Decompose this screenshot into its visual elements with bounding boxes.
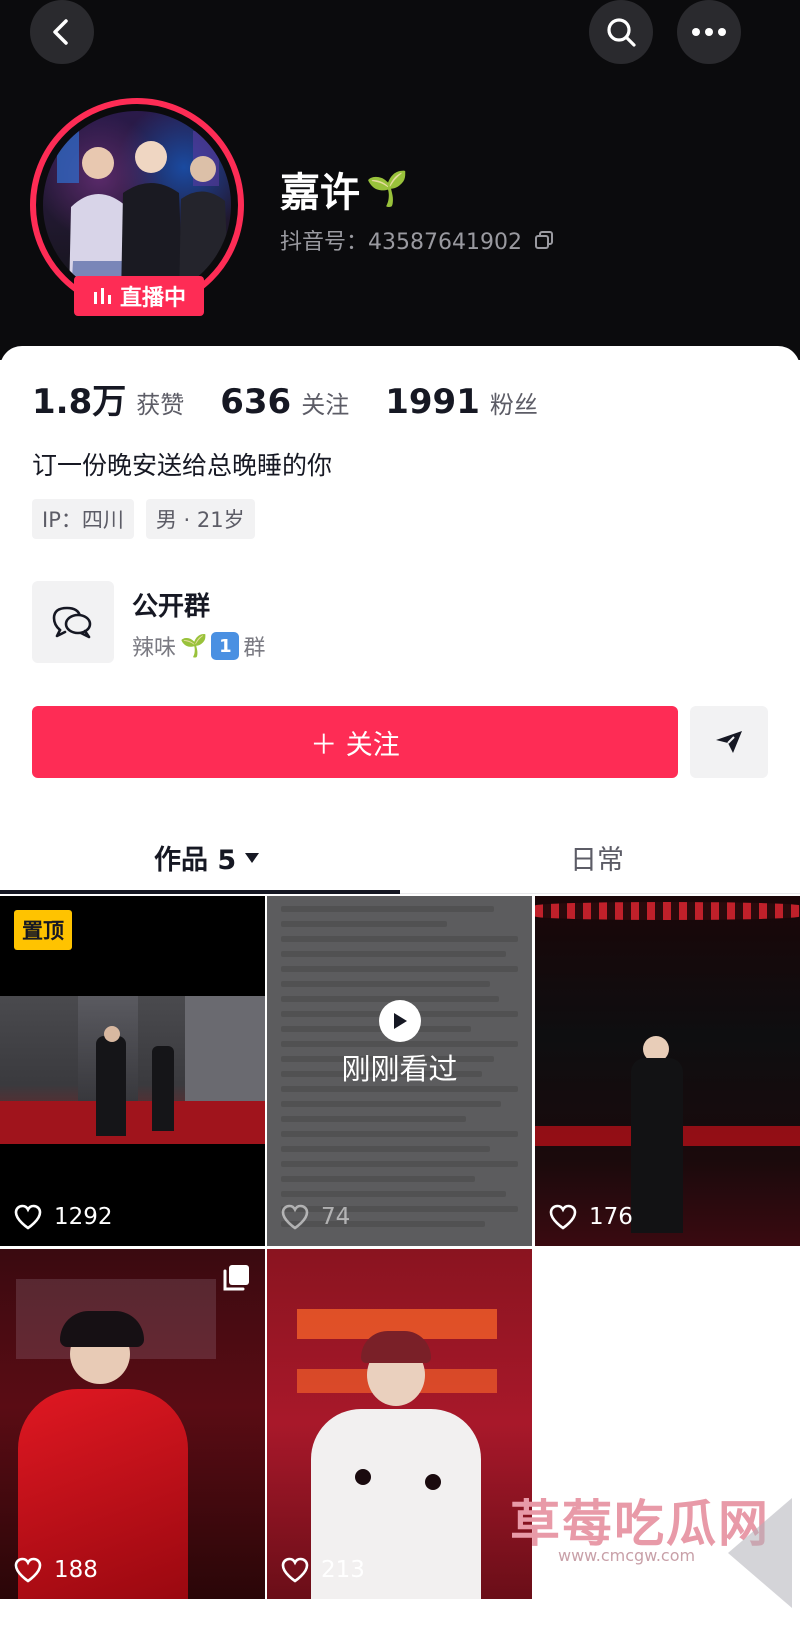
- group-chat-button[interactable]: [32, 581, 114, 663]
- live-badge[interactable]: 直播中: [74, 276, 204, 316]
- like-count: 188: [14, 1557, 98, 1583]
- follow-button-label: ＋ 关注: [310, 729, 400, 761]
- tab-daily[interactable]: 日常: [570, 838, 624, 877]
- search-icon: [607, 18, 636, 47]
- group-chat-icon: [52, 606, 92, 639]
- live-bars-icon: [93, 288, 111, 304]
- stat-label: 关注: [301, 391, 350, 419]
- stat-followers[interactable]: 1991 粉丝: [385, 382, 538, 422]
- like-count: 213: [281, 1557, 365, 1583]
- tab-daily-label: 日常: [570, 845, 624, 876]
- stat-value: 1.8万: [32, 382, 127, 422]
- heart-icon: [281, 1557, 309, 1583]
- ip-tag: IP：四川: [32, 499, 134, 539]
- stat-value: 1991: [385, 382, 480, 422]
- group-subtitle: 辣味 🌱 1 群: [132, 630, 265, 662]
- multi-image-icon: [223, 1265, 249, 1291]
- like-count: 1292: [14, 1204, 113, 1230]
- more-icon: [692, 28, 726, 36]
- avatar-image: [43, 111, 231, 299]
- send-icon: [716, 731, 742, 753]
- group-sub-prefix: 辣味: [132, 636, 177, 661]
- like-count-value: 74: [321, 1204, 351, 1230]
- video-tile[interactable]: 188: [0, 1249, 265, 1599]
- video-tile[interactable]: 置顶 1292: [0, 896, 265, 1246]
- group-number-badge: 1: [211, 632, 240, 660]
- stat-value: 636: [220, 382, 292, 422]
- sprout-emoji: 🌱: [180, 633, 208, 659]
- tab-indicator: [0, 890, 400, 894]
- more-button[interactable]: [677, 0, 741, 64]
- play-icon: [379, 1000, 421, 1042]
- like-count-value: 176: [589, 1204, 633, 1230]
- heart-icon: [14, 1557, 42, 1583]
- like-count-value: 1292: [54, 1204, 113, 1230]
- caret-down-icon: [245, 852, 260, 863]
- like-count: 74: [281, 1204, 350, 1230]
- pinned-badge: 置顶: [14, 910, 72, 950]
- douyin-id-label: 抖音号：: [280, 230, 369, 255]
- douyin-id-value: 43587641902: [368, 230, 522, 255]
- watermark-arrow-icon: [728, 1498, 792, 1608]
- back-icon: [53, 19, 68, 45]
- douyin-id: 抖音号：43587641902: [280, 224, 554, 256]
- watermark-url: www.cmcgw.com: [558, 1546, 696, 1565]
- like-count-value: 188: [54, 1557, 98, 1583]
- share-button[interactable]: [690, 706, 768, 778]
- stats-row: 1.8万 获赞 636 关注 1991 粉丝: [32, 374, 538, 423]
- profile-name-text: 嘉许: [280, 170, 360, 216]
- group-sub-suffix: 群: [243, 636, 266, 661]
- stat-label: 获赞: [136, 391, 185, 419]
- like-count: 176: [549, 1204, 633, 1230]
- group-title[interactable]: 公开群: [132, 586, 210, 623]
- follow-button[interactable]: ＋ 关注: [32, 706, 678, 778]
- stat-likes[interactable]: 1.8万 获赞: [32, 374, 184, 423]
- bio-text: 订一份晚安送给总晚睡的你: [32, 451, 333, 480]
- live-badge-label: 直播中: [119, 286, 186, 311]
- like-count-value: 213: [321, 1557, 365, 1583]
- video-tile[interactable]: 176: [535, 896, 800, 1246]
- heart-icon: [549, 1204, 577, 1230]
- heart-icon: [14, 1204, 42, 1230]
- search-button[interactable]: [589, 0, 653, 64]
- video-tile[interactable]: 213: [267, 1249, 532, 1599]
- heart-icon: [281, 1204, 309, 1230]
- gender-age-tag: 男 · 21岁: [145, 499, 255, 539]
- copy-icon[interactable]: [534, 230, 554, 250]
- sprout-emoji: 🌱: [366, 169, 409, 209]
- tab-works-label: 作品 5: [154, 845, 237, 876]
- tab-works[interactable]: 作品 5: [154, 838, 260, 877]
- profile-name: 嘉许 🌱: [280, 160, 408, 218]
- tags-row: IP：四川 男 · 21岁: [32, 499, 255, 539]
- video-tile[interactable]: 刚刚看过 74: [267, 896, 532, 1246]
- back-button[interactable]: [30, 0, 94, 64]
- stat-following[interactable]: 636 关注: [220, 382, 349, 422]
- stat-label: 粉丝: [489, 391, 538, 419]
- watched-label: 刚刚看过: [341, 1052, 458, 1086]
